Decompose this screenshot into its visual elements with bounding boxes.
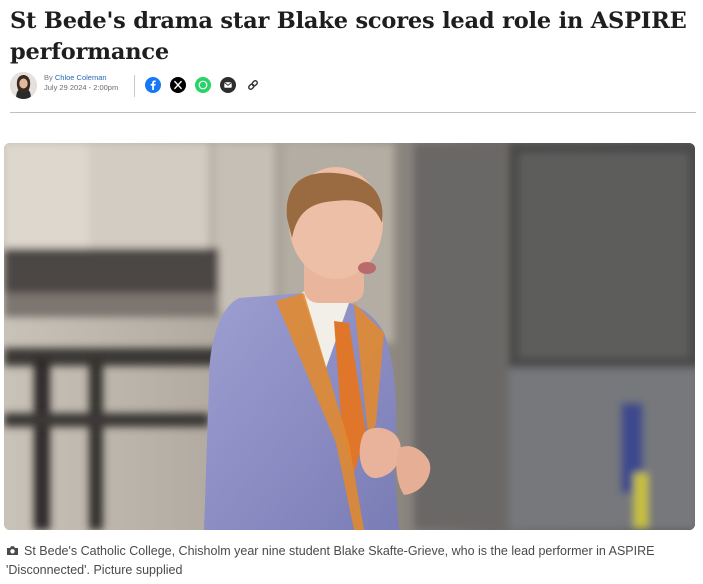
header-divider xyxy=(10,112,696,113)
share-buttons xyxy=(145,77,261,93)
byline-prefix: By xyxy=(44,73,53,82)
byline-text: By Chloe Coleman July 29 2024 - 2:00pm xyxy=(44,73,118,93)
publish-date: July 29 2024 - 2:00pm xyxy=(44,83,119,92)
author-link[interactable]: Chloe Coleman xyxy=(55,73,107,82)
image-caption-text: St Bede's Catholic College, Chisholm yea… xyxy=(6,544,655,577)
camera-icon xyxy=(6,543,19,561)
x-icon[interactable] xyxy=(170,77,186,93)
link-icon[interactable] xyxy=(245,77,261,93)
facebook-icon[interactable] xyxy=(145,77,161,93)
author-avatar[interactable] xyxy=(10,72,37,99)
image-caption: St Bede's Catholic College, Chisholm yea… xyxy=(6,542,698,579)
email-icon[interactable] xyxy=(220,77,236,93)
article-hero-image xyxy=(4,143,695,530)
byline-divider xyxy=(134,75,135,97)
whatsapp-icon[interactable] xyxy=(195,77,211,93)
article-headline: St Bede's drama star Blake scores lead r… xyxy=(10,8,687,65)
byline: By Chloe Coleman July 29 2024 - 2:00pm xyxy=(10,71,700,101)
